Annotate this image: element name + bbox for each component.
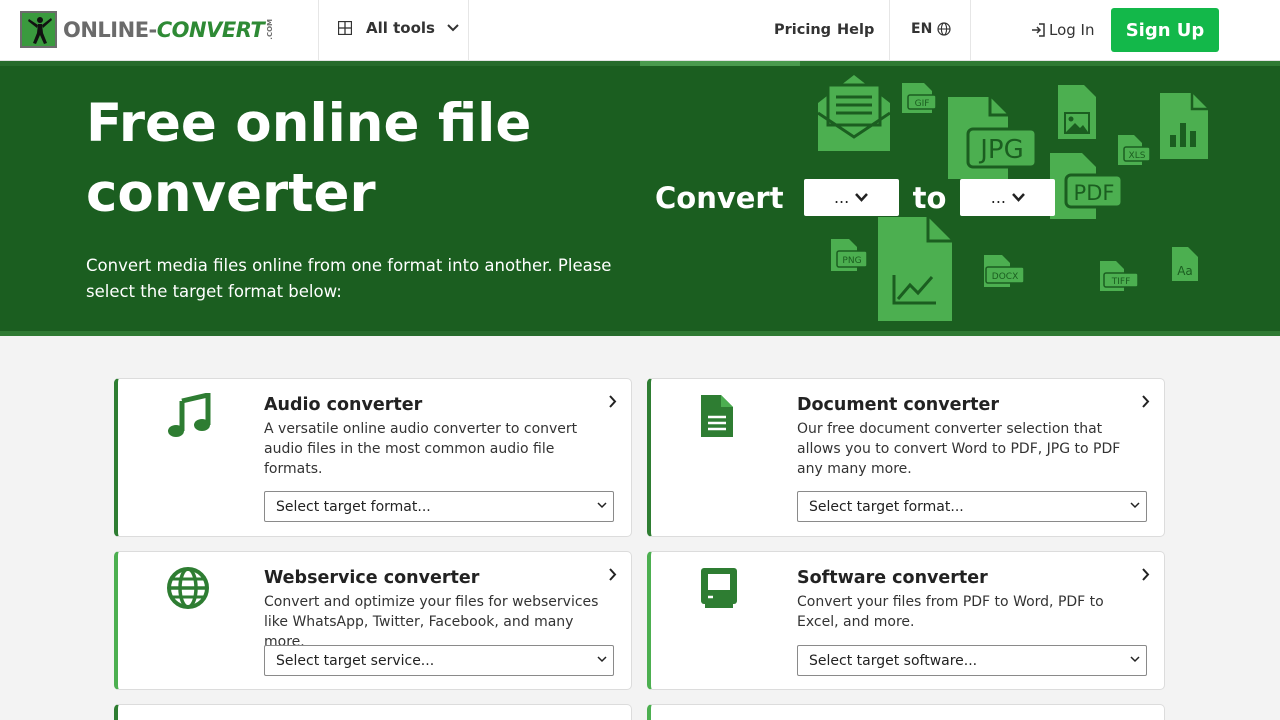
document-converter-card[interactable]: Document converter Our free document con… [647, 378, 1165, 537]
music-note-icon [168, 393, 211, 437]
chevron-down-icon [1130, 502, 1140, 509]
to-format-value: ... [990, 188, 1007, 207]
converter-card-partial[interactable] [647, 704, 1165, 720]
divider [889, 0, 890, 61]
chart-file-icon [1160, 93, 1208, 159]
converter-card-partial[interactable] [114, 704, 632, 720]
hero-stripe [800, 61, 1280, 66]
logo-com: .COM [266, 19, 275, 40]
hero-stripe [640, 331, 1280, 336]
divider [970, 0, 971, 61]
jpg-file-icon: JPG [948, 97, 1038, 179]
chevron-down-icon [597, 502, 607, 509]
to-label: to [912, 180, 947, 215]
chevron-right-icon[interactable] [608, 568, 617, 581]
computer-icon [701, 568, 737, 608]
card-description: A versatile online audio converter to co… [264, 421, 578, 477]
jpg-label: JPG [978, 135, 1024, 165]
docx-file-icon: DOCX [984, 255, 1025, 287]
card-title[interactable]: Document converter [797, 395, 999, 415]
card-title[interactable]: Software converter [797, 568, 988, 588]
hero-stripe [640, 61, 800, 66]
site-logo[interactable]: ONLINE-CONVERT .COM [20, 11, 274, 48]
audio-target-format-select[interactable]: Select target format... [264, 491, 614, 522]
select-placeholder: Select target format... [276, 498, 431, 515]
card-description: Convert your files from PDF to Word, PDF… [797, 594, 1104, 630]
hero-title: Free online file converter [86, 93, 532, 224]
chevron-down-icon [855, 193, 869, 202]
image-file-icon [1058, 85, 1096, 139]
document-target-format-select[interactable]: Select target format... [797, 491, 1147, 522]
select-placeholder: Select target format... [809, 498, 964, 515]
from-format-value: ... [833, 188, 850, 207]
logo-mark-icon [20, 11, 57, 48]
globe-icon [167, 567, 209, 609]
language-selector[interactable]: EN [911, 21, 951, 37]
webservice-converter-card[interactable]: Webservice converter Convert and optimiz… [114, 551, 632, 690]
globe-icon [937, 22, 951, 36]
grid-icon [338, 21, 352, 35]
font-label: Aa [1177, 264, 1193, 278]
graph-file-icon [878, 217, 952, 321]
chevron-right-icon[interactable] [1141, 395, 1150, 408]
login-link[interactable]: Log In [1031, 21, 1095, 39]
hero-stripe [0, 61, 640, 66]
pdf-file-icon: PDF [1050, 153, 1124, 219]
chevron-right-icon[interactable] [1141, 568, 1150, 581]
login-icon [1032, 23, 1045, 37]
card-title[interactable]: Audio converter [264, 395, 422, 415]
signup-button[interactable]: Sign Up [1111, 8, 1219, 52]
nav-pricing-link[interactable]: Pricing [774, 22, 831, 38]
hero-stripe [0, 331, 160, 336]
chevron-down-icon [1012, 193, 1025, 202]
font-file-icon: Aa [1172, 247, 1198, 281]
all-tools-label: All tools [366, 19, 435, 37]
card-title[interactable]: Webservice converter [264, 568, 479, 588]
hero-convert-row: Convert ... to ... [655, 179, 1056, 216]
all-tools-menu[interactable]: All tools [338, 19, 459, 37]
hero-subtitle: Convert media files online from one form… [86, 256, 612, 301]
docx-label: DOCX [992, 272, 1018, 282]
divider [318, 0, 319, 61]
envelope-icon [817, 75, 891, 151]
tiff-label: TIFF [1111, 277, 1131, 287]
hero-stripe [160, 331, 640, 336]
to-format-select[interactable]: ... [960, 179, 1056, 216]
document-icon [701, 395, 733, 437]
login-label: Log In [1049, 21, 1095, 39]
chevron-down-icon [1130, 656, 1140, 663]
from-format-select[interactable]: ... [803, 179, 899, 216]
chevron-down-icon [447, 24, 459, 32]
nav-help-link[interactable]: Help [837, 22, 874, 38]
webservice-target-select[interactable]: Select target service... [264, 645, 614, 676]
hero-banner: Free online file converter Convert media… [0, 61, 1280, 336]
card-description: Our free document converter selection th… [797, 421, 1121, 477]
chevron-down-icon [597, 656, 607, 663]
select-placeholder: Select target service... [276, 652, 435, 669]
convert-label: Convert [655, 180, 784, 215]
card-description: Convert and optimize your files for webs… [264, 594, 599, 650]
language-code: EN [911, 21, 933, 37]
divider [468, 0, 469, 61]
png-label: PNG [842, 256, 861, 266]
tiff-file-icon: TIFF [1100, 261, 1139, 291]
select-placeholder: Select target software... [809, 652, 978, 669]
site-header: ONLINE-CONVERT .COM All tools Pricing He… [0, 0, 1280, 61]
chevron-right-icon[interactable] [608, 395, 617, 408]
gif-file-icon: GIF [902, 83, 937, 113]
gif-label: GIF [915, 99, 930, 109]
png-file-icon: PNG [831, 239, 868, 271]
software-converter-card[interactable]: Software converter Convert your files fr… [647, 551, 1165, 690]
software-target-select[interactable]: Select target software... [797, 645, 1147, 676]
audio-converter-card[interactable]: Audio converter A versatile online audio… [114, 378, 632, 537]
pdf-label: PDF [1074, 181, 1115, 205]
logo-wordmark: ONLINE-CONVERT [63, 17, 265, 42]
xls-label: XLS [1129, 151, 1146, 161]
